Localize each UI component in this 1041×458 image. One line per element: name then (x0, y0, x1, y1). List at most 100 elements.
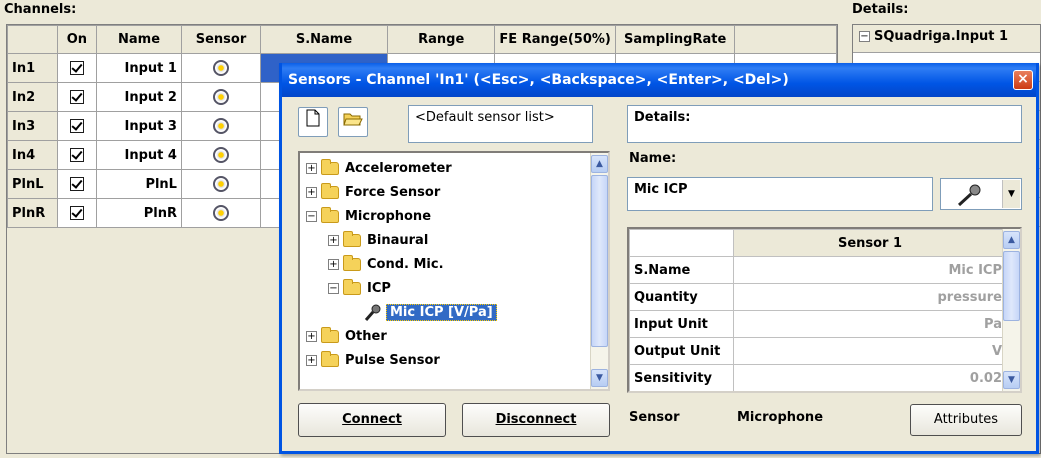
connect-label: Connect (342, 412, 402, 427)
connect-button[interactable]: Connect (298, 403, 446, 437)
scroll-thumb[interactable] (591, 175, 608, 347)
expand-icon[interactable]: + (328, 235, 339, 246)
folder-icon (343, 231, 361, 247)
scroll-up-icon[interactable]: ▲ (591, 155, 608, 173)
row-header[interactable]: In1 (7, 53, 58, 83)
on-checkbox[interactable] (56, 169, 98, 199)
disconnect-button[interactable]: Disconnect (462, 403, 610, 437)
table-corner (629, 229, 734, 257)
tree-item-icp[interactable]: − ICP (328, 277, 391, 301)
on-checkbox[interactable] (56, 82, 98, 112)
expand-icon[interactable]: + (306, 355, 317, 366)
row-header[interactable]: In4 (7, 140, 58, 170)
sensor-cell[interactable] (180, 111, 262, 141)
attr-key: Sensitivity (629, 364, 734, 391)
attr-value[interactable]: pressure (733, 283, 1007, 311)
details-root-item[interactable]: − SQuadriga.Input 1 (853, 25, 1040, 53)
expand-icon[interactable]: + (328, 259, 339, 270)
row-header[interactable]: PlnL (7, 169, 58, 199)
microphone-icon (364, 304, 381, 321)
tree-item-cond-mic[interactable]: + Cond. Mic. (328, 253, 444, 277)
sensor-icon (212, 89, 229, 105)
sensor-cell[interactable] (180, 82, 262, 112)
on-checkbox[interactable] (56, 53, 98, 83)
collapse-icon[interactable]: − (306, 211, 317, 222)
sensor-icon (212, 205, 229, 221)
table-row[interactable]: Output Unit V (629, 337, 1007, 365)
sensor-cell[interactable] (180, 53, 262, 83)
col-sname[interactable]: S.Name (260, 25, 388, 54)
sensor-tree[interactable]: + Accelerometer + Force Sensor − Microphone… (298, 151, 610, 391)
tree-item-mic-icp[interactable]: Mic ICP [V/Pa] (364, 301, 497, 325)
table-row[interactable]: Sensitivity 0.02 (629, 364, 1007, 391)
attr-value[interactable]: Pa (733, 310, 1007, 338)
attr-value[interactable]: V (733, 337, 1007, 365)
col-on[interactable]: On (56, 25, 98, 54)
open-folder-button[interactable] (338, 107, 368, 137)
attributes-button[interactable]: Attributes (910, 404, 1022, 436)
microphone-icon (957, 184, 981, 207)
channel-name[interactable]: Input 2 (96, 82, 182, 112)
tree-item-force-sensor[interactable]: + Force Sensor (306, 181, 440, 205)
tree-item-microphone[interactable]: − Microphone (306, 205, 431, 229)
channel-name[interactable]: Input 3 (96, 111, 182, 141)
tree-item-other[interactable]: + Other (306, 325, 387, 349)
corner-cell (7, 25, 58, 54)
attr-key: S.Name (629, 256, 734, 284)
folder-icon (321, 327, 339, 343)
new-file-button[interactable] (298, 107, 328, 137)
collapse-icon[interactable]: − (328, 283, 339, 294)
tree-item-binaural[interactable]: + Binaural (328, 229, 428, 253)
scroll-up-icon[interactable]: ▲ (1003, 231, 1020, 249)
col-sensor[interactable]: Sensor (180, 25, 262, 54)
folder-icon (343, 279, 361, 295)
attr-value[interactable]: 0.02 (733, 364, 1007, 391)
row-header[interactable]: In3 (7, 111, 58, 141)
row-header[interactable]: PlnR (7, 198, 58, 228)
attr-value[interactable]: Mic ICP (733, 256, 1007, 284)
open-folder-icon (343, 113, 363, 126)
col-sampling-rate[interactable]: SamplingRate (614, 25, 736, 54)
col-range[interactable]: Range (386, 25, 496, 54)
sensor-icon-combo[interactable]: ▼ (940, 178, 1022, 210)
scroll-down-icon[interactable]: ▼ (591, 369, 608, 387)
on-checkbox[interactable] (56, 140, 98, 170)
expand-icon[interactable]: + (306, 163, 317, 174)
folder-icon (321, 351, 339, 367)
table-row[interactable]: S.Name Mic ICP (629, 256, 1007, 284)
channel-name[interactable]: Input 4 (96, 140, 182, 170)
on-checkbox[interactable] (56, 198, 98, 228)
col-fe-range[interactable]: FE Range(50%) (494, 25, 616, 54)
tree-item-accelerometer[interactable]: + Accelerometer (306, 157, 452, 181)
name-field[interactable]: Mic ICP (627, 177, 933, 211)
attr-key: Output Unit (629, 337, 734, 365)
sensor-cell[interactable] (180, 169, 262, 199)
close-icon[interactable]: × (1013, 70, 1033, 90)
expand-icon[interactable]: + (306, 187, 317, 198)
channel-name[interactable]: PlnL (96, 169, 182, 199)
dialog-title[interactable]: Sensors - Channel 'In1' (<Esc>, <Backspa… (282, 63, 1036, 97)
tree-label: Accelerometer (345, 161, 452, 176)
scroll-down-icon[interactable]: ▼ (1003, 371, 1020, 389)
channel-name[interactable]: PlnR (96, 198, 182, 228)
tree-label: Binaural (367, 233, 429, 248)
table-row[interactable]: Input Unit Pa (629, 310, 1007, 338)
sensor-cell[interactable] (180, 140, 262, 170)
sensor-list-box[interactable]: <Default sensor list> (408, 105, 593, 143)
tree-scrollbar[interactable]: ▲ ▼ (590, 153, 608, 389)
collapse-icon[interactable]: − (859, 31, 870, 42)
scroll-thumb[interactable] (1003, 251, 1020, 321)
table-scrollbar[interactable]: ▲ ▼ (1002, 229, 1020, 391)
col-name[interactable]: Name (96, 25, 182, 54)
row-header[interactable]: In2 (7, 82, 58, 112)
expand-icon[interactable]: + (306, 331, 317, 342)
on-checkbox[interactable] (56, 111, 98, 141)
tree-item-pulse-sensor[interactable]: + Pulse Sensor (306, 349, 440, 373)
channel-name[interactable]: Input 1 (96, 53, 182, 83)
chevron-down-icon[interactable]: ▼ (1002, 180, 1020, 208)
tree-label: Microphone (345, 209, 432, 224)
attr-key: Input Unit (629, 310, 734, 338)
attr-key: Quantity (629, 283, 734, 311)
table-row[interactable]: Quantity pressure (629, 283, 1007, 311)
sensor-cell[interactable] (180, 198, 262, 228)
